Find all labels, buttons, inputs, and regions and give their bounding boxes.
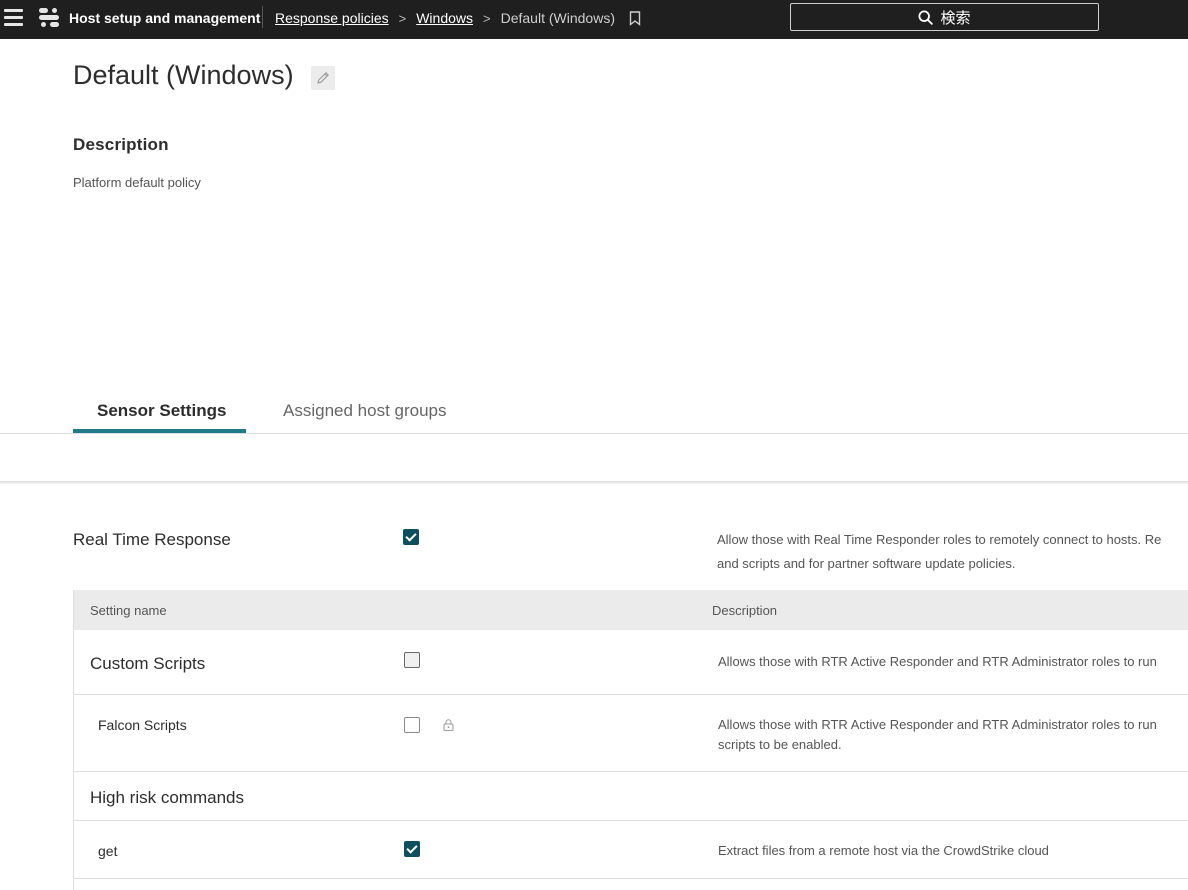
breadcrumb-separator: > (398, 10, 407, 26)
custom-scripts-checkbox[interactable] (404, 652, 420, 668)
setting-label: get (98, 843, 118, 859)
rtr-desc-line-2: and scripts and for partner software upd… (717, 556, 1016, 571)
breadcrumb-current: Default (Windows) (500, 10, 615, 26)
search-box[interactable]: 検索 (790, 3, 1099, 31)
tab-assigned-host-groups[interactable]: Assigned host groups (283, 401, 447, 421)
settings-table: Setting name Description Custom Scripts … (73, 590, 1188, 890)
real-time-response-description: Allow those with Real Time Responder rol… (717, 528, 1188, 576)
top-divider (262, 6, 263, 28)
pencil-icon (317, 72, 329, 84)
falcon-desc-line-1: Allows those with RTR Active Responder a… (718, 717, 1157, 732)
group-label: High risk commands (90, 788, 244, 807)
table-header: Setting name Description (74, 590, 1188, 630)
bookmark-icon[interactable] (629, 10, 641, 26)
tab-sensor-settings[interactable]: Sensor Settings (97, 401, 226, 421)
breadcrumb-response-policies[interactable]: Response policies (275, 10, 389, 26)
table-row-high-risk-commands: High risk commands (74, 772, 1188, 821)
table-row-falcon-scripts: Falcon Scripts Allows those with RTR Act… (74, 695, 1188, 772)
real-time-response-title: Real Time Response (73, 530, 231, 549)
page-title: Default (Windows) (73, 60, 294, 90)
real-time-response-checkbox[interactable] (403, 529, 419, 545)
description-text: Platform default policy (73, 175, 201, 190)
tabs-divider (0, 433, 1188, 434)
lock-icon (443, 719, 454, 731)
hamburger-menu-icon[interactable] (4, 9, 23, 26)
edit-title-button[interactable] (311, 66, 335, 90)
search-label: 検索 (940, 9, 971, 27)
breadcrumb-separator: > (483, 10, 491, 26)
setting-label: Custom Scripts (90, 654, 206, 673)
setting-description: Extract files from a remote host via the… (718, 843, 1049, 858)
search-icon (918, 9, 934, 25)
breadcrumb: Response policies > Windows > Default (W… (275, 10, 641, 26)
table-row-get: get Extract files from a remote host via… (74, 821, 1188, 879)
top-bar: Host setup and management Response polic… (0, 0, 1188, 39)
column-header-setting-name: Setting name (90, 603, 167, 618)
falcon-desc-line-2: scripts to be enabled. (718, 737, 842, 752)
section-divider (0, 481, 1188, 484)
setting-description: Allows those with RTR Active Responder a… (718, 715, 1188, 755)
falcon-scripts-checkbox[interactable] (404, 717, 420, 733)
setting-description: Allows those with RTR Active Responder a… (718, 654, 1157, 669)
setting-label: Falcon Scripts (98, 717, 187, 733)
app-title[interactable]: Host setup and management (69, 10, 260, 26)
host-management-logo-icon (39, 8, 59, 27)
breadcrumb-windows[interactable]: Windows (416, 10, 473, 26)
table-row-custom-scripts: Custom Scripts Allows those with RTR Act… (74, 630, 1188, 695)
column-header-description: Description (712, 603, 778, 618)
get-checkbox[interactable] (404, 841, 420, 857)
description-heading: Description (73, 135, 169, 154)
rtr-desc-line-1: Allow those with Real Time Responder rol… (717, 532, 1162, 547)
